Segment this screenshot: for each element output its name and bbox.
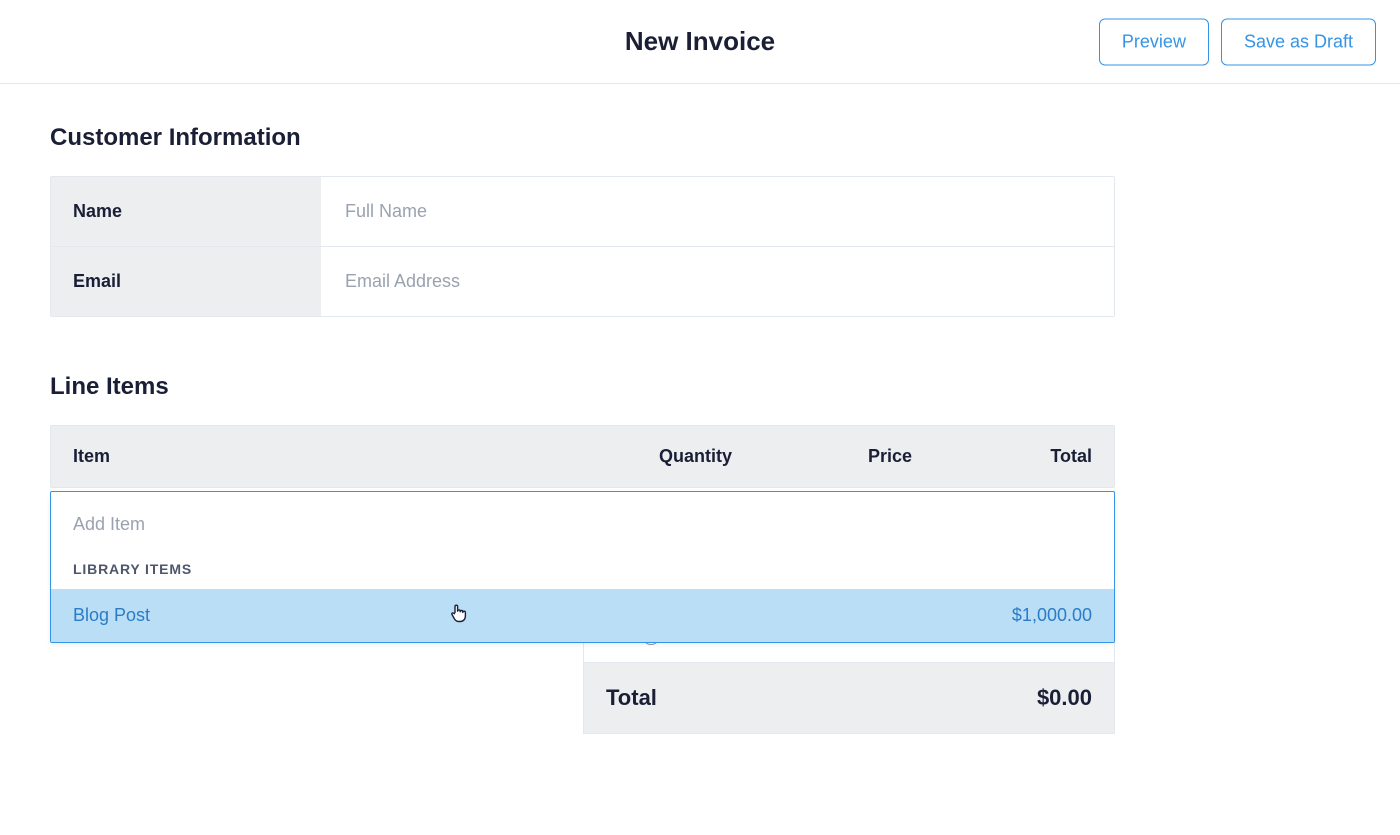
library-items-heading: LIBRARY ITEMS — [51, 561, 1114, 589]
name-input[interactable] — [321, 177, 1114, 246]
customer-info-heading: Customer Information — [50, 124, 1350, 152]
page-header: New Invoice Preview Save as Draft — [0, 0, 1400, 84]
customer-row-email: Email — [51, 246, 1114, 316]
line-items-heading: Line Items — [50, 373, 1350, 401]
cursor-pointer-icon — [449, 603, 467, 628]
total-label: Total — [606, 685, 657, 711]
header-actions: Preview Save as Draft — [1099, 18, 1376, 65]
col-price: Price — [732, 446, 912, 467]
email-input-cell — [321, 247, 1114, 316]
line-items-wrap: Item Quantity Price Total Add Item LIBRA… — [50, 425, 1115, 488]
add-item-input[interactable]: Add Item — [51, 492, 1114, 561]
total-value: $0.00 — [1037, 685, 1092, 711]
main-content: Customer Information Name Email Line Ite… — [0, 84, 1400, 528]
add-item-dropdown: Add Item LIBRARY ITEMS Blog Post $1,000.… — [50, 491, 1115, 643]
library-item-blog-post[interactable]: Blog Post $1,000.00 — [51, 589, 1114, 642]
email-input[interactable] — [321, 247, 1114, 316]
save-draft-button[interactable]: Save as Draft — [1221, 18, 1376, 65]
line-items-header-row: Item Quantity Price Total — [51, 426, 1114, 487]
name-input-cell — [321, 177, 1114, 246]
col-total: Total — [912, 446, 1092, 467]
col-item: Item — [73, 446, 552, 467]
total-row: Total $0.00 — [584, 662, 1114, 733]
name-label: Name — [51, 177, 321, 246]
email-label: Email — [51, 247, 321, 316]
page-title: New Invoice — [625, 26, 775, 57]
customer-info-table: Name Email — [50, 176, 1115, 317]
customer-row-name: Name — [51, 177, 1114, 246]
col-quantity: Quantity — [552, 446, 732, 467]
preview-button[interactable]: Preview — [1099, 18, 1209, 65]
library-item-price: $1,000.00 — [1012, 605, 1092, 626]
line-items-table: Item Quantity Price Total Add Item LIBRA… — [50, 425, 1115, 488]
library-item-name: Blog Post — [73, 605, 150, 626]
